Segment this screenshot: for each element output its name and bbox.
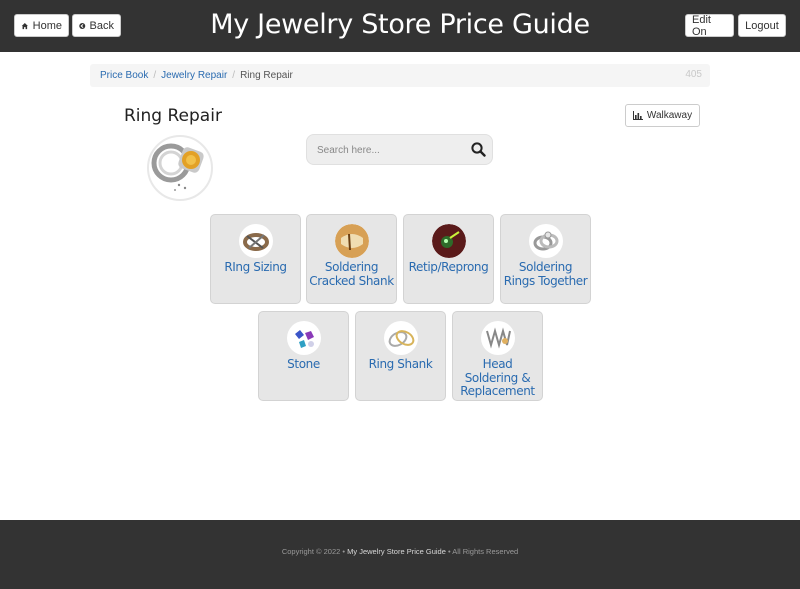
tile-ring-sizing[interactable]: RIng Sizing (210, 214, 301, 304)
tile-ring-shank[interactable]: Ring Shank (355, 311, 446, 401)
stone-icon (287, 321, 321, 355)
tile-stone[interactable]: Stone (258, 311, 349, 401)
bar-chart-icon (632, 111, 643, 120)
breadcrumb-separator: / (232, 70, 236, 81)
tile-label: Head Soldering & Replacement (460, 357, 535, 398)
breadcrumb: Price Book / Jewelry Repair / Ring Repai… (90, 64, 710, 87)
tile-label: Soldering Rings Together (503, 260, 588, 288)
site-title: My Jewelry Store Price Guide (210, 9, 590, 40)
rings-together-icon (529, 224, 563, 258)
search-input[interactable] (317, 141, 467, 159)
tile-retip-reprong[interactable]: Retip/Reprong (403, 214, 494, 304)
footer-prefix: Copyright © 2022 • (281, 547, 346, 556)
logout-button[interactable]: Logout (738, 14, 786, 37)
tile-label: Soldering Cracked Shank (309, 260, 394, 288)
tile-label: Retip/Reprong (408, 260, 489, 274)
footer-brand-link[interactable]: My Jewelry Store Price Guide (347, 547, 446, 556)
retip-icon (432, 224, 466, 258)
walkaway-button[interactable]: Walkaway (625, 104, 700, 127)
page-title: Ring Repair (124, 106, 222, 126)
footer: Copyright © 2022 • My Jewelry Store Pric… (0, 520, 800, 589)
ring-sizing-icon (239, 224, 273, 258)
breadcrumb-ring-repair: Ring Repair (240, 70, 293, 81)
category-image (147, 135, 213, 201)
tile-head-soldering-replacement[interactable]: Head Soldering & Replacement (452, 311, 543, 401)
walkaway-label: Walkaway (646, 110, 693, 121)
ring-shank-icon (384, 321, 418, 355)
search-box (306, 134, 493, 165)
breadcrumb-price-book[interactable]: Price Book (100, 70, 148, 81)
head-soldering-icon (481, 321, 515, 355)
breadcrumb-separator: / (153, 70, 157, 81)
tile-label: Ring Shank (368, 357, 433, 371)
edit-on-button[interactable]: Edit On (685, 14, 734, 38)
footer-copyright: Copyright © 2022 • My Jewelry Store Pric… (0, 547, 800, 556)
tile-label: Stone (287, 357, 320, 371)
page-id: 405 (685, 69, 702, 80)
tile-soldering-cracked-shank[interactable]: Soldering Cracked Shank (306, 214, 397, 304)
tile-label: RIng Sizing (224, 260, 287, 274)
footer-suffix: • All Rights Reserved (448, 547, 519, 556)
tile-soldering-rings-together[interactable]: Soldering Rings Together (500, 214, 591, 304)
search-icon[interactable] (471, 142, 486, 157)
soldering-shank-icon (335, 224, 369, 258)
top-header: Home Back My Jewelry Store Price Guide E… (0, 0, 800, 52)
breadcrumb-jewelry-repair[interactable]: Jewelry Repair (161, 70, 227, 81)
